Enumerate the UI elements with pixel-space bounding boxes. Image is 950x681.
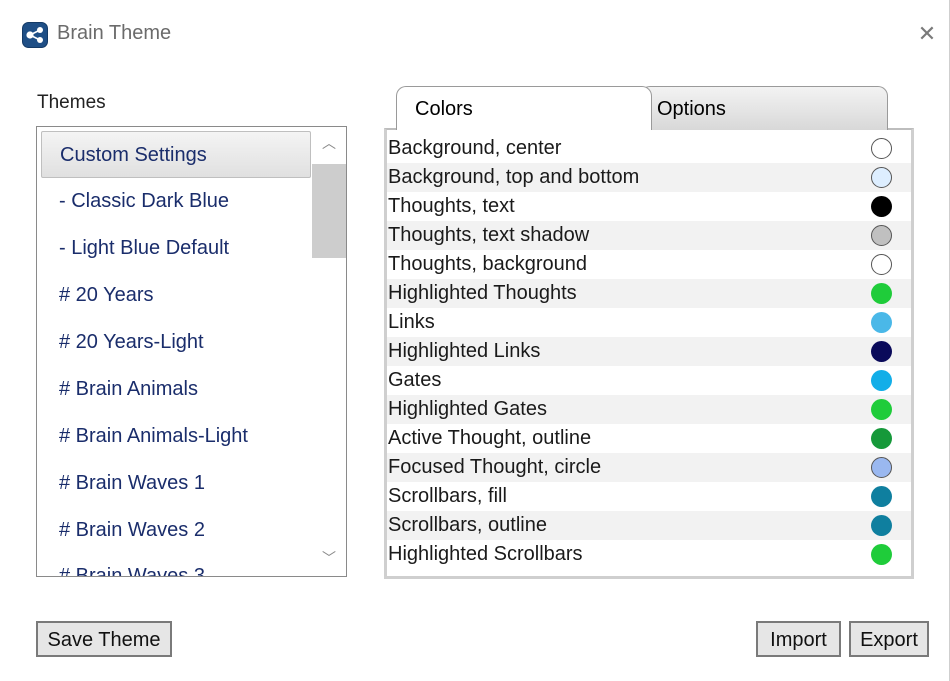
color-row[interactable]: Scrollbars, fill (387, 482, 911, 511)
window-title: Brain Theme (57, 22, 172, 44)
brain-logo-icon (22, 22, 48, 48)
color-swatch[interactable] (871, 544, 892, 565)
theme-item[interactable]: # Brain Waves 2 (37, 507, 313, 554)
color-swatch[interactable] (871, 515, 892, 536)
color-row-label: Links (388, 311, 435, 333)
theme-item[interactable]: # Brain Animals (37, 366, 313, 413)
color-swatch[interactable] (871, 370, 892, 391)
color-row-label: Background, center (388, 137, 562, 159)
color-row-label: Highlighted Scrollbars (388, 543, 583, 565)
color-swatch[interactable] (871, 254, 892, 275)
color-row[interactable]: Highlighted Scrollbars (387, 540, 911, 569)
color-swatch[interactable] (871, 341, 892, 362)
color-swatch[interactable] (871, 399, 892, 420)
color-row[interactable]: Thoughts, text (387, 192, 911, 221)
theme-item[interactable]: # Brain Animals-Light (37, 413, 313, 460)
theme-item-custom-settings[interactable]: Custom Settings (41, 131, 311, 178)
color-swatch[interactable] (871, 196, 892, 217)
color-swatch[interactable] (871, 312, 892, 333)
color-row[interactable]: Links (387, 308, 911, 337)
color-row[interactable]: Background, center (387, 134, 911, 163)
theme-item[interactable]: # 20 Years (37, 272, 313, 319)
color-row[interactable]: Highlighted Thoughts (387, 279, 911, 308)
theme-item[interactable]: - Light Blue Default (37, 225, 313, 272)
color-row-label: Highlighted Gates (388, 398, 547, 420)
color-swatch[interactable] (871, 283, 892, 304)
color-row[interactable]: Gates (387, 366, 911, 395)
color-row[interactable]: Highlighted Links (387, 337, 911, 366)
tab-options[interactable]: Options (640, 86, 888, 130)
close-icon[interactable]: ✕ (914, 22, 940, 48)
theme-item[interactable]: # Brain Waves 1 (37, 460, 313, 507)
color-row-label: Thoughts, text shadow (388, 224, 590, 246)
color-swatch[interactable] (871, 486, 892, 507)
themes-label: Themes (37, 92, 106, 113)
color-row[interactable]: Focused Thought, circle (387, 453, 911, 482)
color-row-label: Focused Thought, circle (388, 456, 602, 478)
scrollbar-thumb[interactable] (312, 164, 346, 258)
color-swatch[interactable] (871, 138, 892, 159)
color-row-label: Highlighted Links (388, 340, 541, 362)
themes-scrollbar[interactable]: ︿ ﹀ (312, 127, 346, 576)
theme-item[interactable]: # Brain Waves 3 (37, 553, 313, 576)
color-row-label: Background, top and bottom (388, 166, 640, 188)
chevron-down-icon[interactable]: ﹀ (312, 548, 346, 570)
color-swatch[interactable] (871, 167, 892, 188)
color-row[interactable]: Thoughts, text shadow (387, 221, 911, 250)
theme-item[interactable]: - Classic Dark Blue (37, 178, 313, 225)
export-button[interactable]: Export (849, 621, 929, 657)
color-row-label: Active Thought, outline (388, 427, 592, 449)
color-swatch[interactable] (871, 457, 892, 478)
brain-theme-dialog: Brain Theme ✕ Themes Custom Settings - C… (0, 0, 950, 681)
color-row-label: Highlighted Thoughts (388, 282, 577, 304)
theme-item[interactable]: # 20 Years-Light (37, 319, 313, 366)
color-row-label: Scrollbars, fill (388, 485, 507, 507)
chevron-up-icon[interactable]: ︿ (312, 133, 346, 155)
color-row[interactable]: Highlighted Gates (387, 395, 911, 424)
color-row-label: Scrollbars, outline (388, 514, 547, 536)
save-theme-button[interactable]: Save Theme (36, 621, 172, 657)
colors-list: Background, center Background, top and b… (384, 128, 914, 579)
color-swatch[interactable] (871, 225, 892, 246)
color-swatch[interactable] (871, 428, 892, 449)
color-row-label: Gates (388, 369, 442, 391)
import-button[interactable]: Import (756, 621, 841, 657)
color-row[interactable]: Background, top and bottom (387, 163, 911, 192)
color-row[interactable]: Active Thought, outline (387, 424, 911, 453)
settings-tabs: Colors Options (384, 86, 914, 130)
color-row-label: Thoughts, background (388, 253, 588, 275)
title-bar: Brain Theme ✕ (0, 0, 950, 66)
themes-list[interactable]: Custom Settings - Classic Dark Blue - Li… (36, 126, 347, 577)
tab-colors[interactable]: Colors (396, 86, 652, 130)
color-row[interactable]: Scrollbars, outline (387, 511, 911, 540)
color-row[interactable]: Thoughts, background (387, 250, 911, 279)
color-row-label: Thoughts, text (388, 195, 515, 217)
